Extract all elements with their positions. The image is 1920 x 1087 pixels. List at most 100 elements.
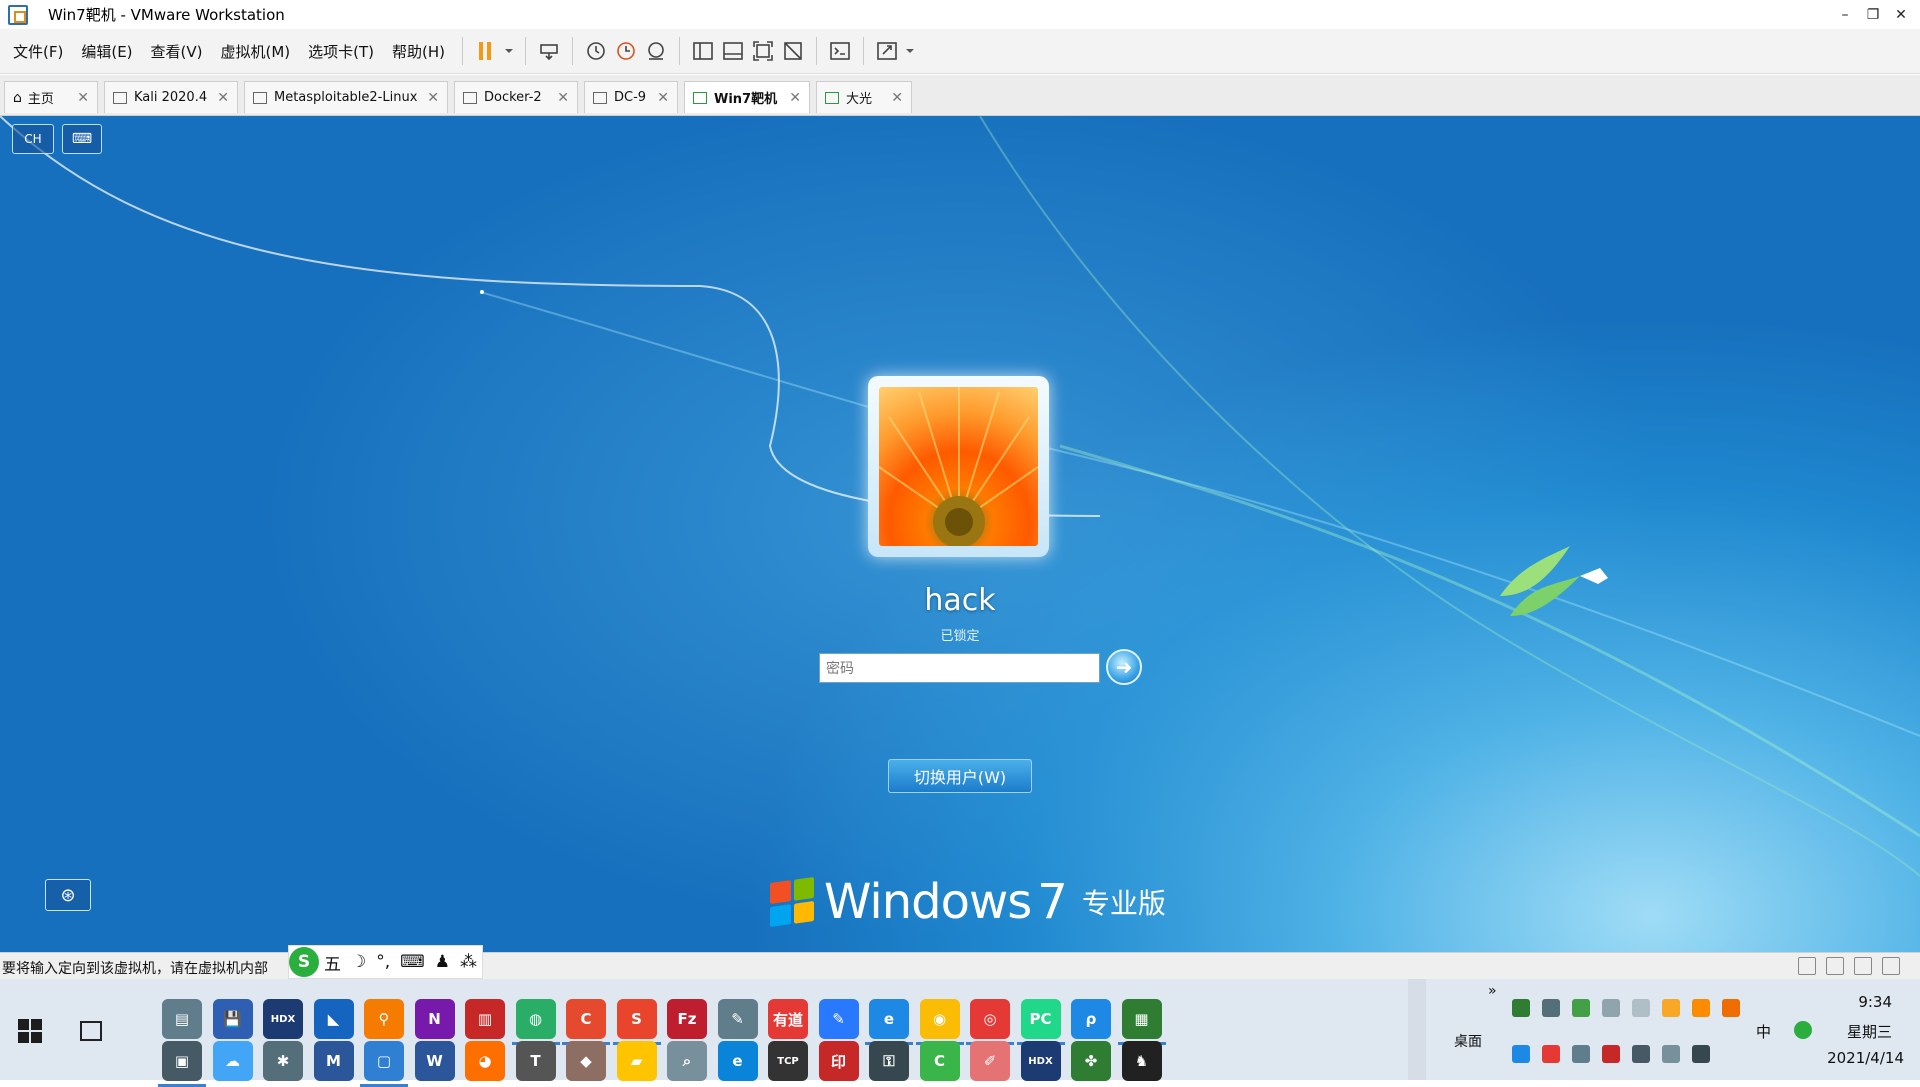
onenote-app[interactable]: N bbox=[414, 999, 455, 1039]
minimize-button[interactable]: – bbox=[1830, 0, 1860, 29]
hdx2-app[interactable]: HDX bbox=[1020, 1041, 1061, 1081]
input-language[interactable]: 中 bbox=[1756, 1021, 1771, 1042]
close-icon[interactable]: ✕ bbox=[427, 90, 439, 106]
devices-tray-icon[interactable] bbox=[1572, 1045, 1590, 1063]
sogou-s-icon[interactable] bbox=[1794, 1021, 1812, 1039]
ime-keyboard-icon[interactable]: ⌨ bbox=[395, 952, 430, 972]
ime-tools-icon[interactable]: ⁂ bbox=[455, 952, 482, 972]
filezilla-app[interactable]: Fz bbox=[667, 999, 707, 1039]
close-icon[interactable]: ✕ bbox=[77, 90, 89, 106]
tab-dc9[interactable]: DC-9 ✕ bbox=[584, 81, 678, 113]
edge-app[interactable]: e bbox=[717, 1041, 758, 1081]
switch-user-button[interactable]: 切换用户(W) bbox=[888, 759, 1032, 793]
app-2[interactable]: 💾 bbox=[212, 999, 253, 1039]
tab-daguang[interactable]: 大光 ✕ bbox=[816, 81, 912, 113]
nvidia-icon[interactable] bbox=[1512, 999, 1530, 1017]
pycharm-app[interactable]: PC bbox=[1016, 999, 1065, 1045]
battery-icon[interactable] bbox=[1692, 1045, 1710, 1063]
menu-view[interactable]: 查看(V) bbox=[142, 41, 212, 62]
sogou-icon[interactable]: S bbox=[289, 947, 319, 977]
pause-icon[interactable] bbox=[471, 36, 501, 66]
sheet-app[interactable]: ▦ bbox=[1117, 999, 1166, 1045]
login-arrow-button[interactable]: ➜ bbox=[1106, 649, 1142, 685]
desktop-toolbar-label[interactable]: 桌面 bbox=[1454, 1031, 1482, 1051]
snail-app[interactable]: ◎ bbox=[966, 999, 1014, 1045]
c-app[interactable]: C bbox=[562, 999, 610, 1045]
chrome-app[interactable]: ◉ bbox=[915, 999, 964, 1045]
app-1[interactable]: ▤ bbox=[162, 999, 202, 1039]
qq-tray-icon-2[interactable] bbox=[1692, 999, 1710, 1017]
baidu-app[interactable]: ☁ bbox=[212, 1041, 253, 1081]
camtasia-app[interactable]: C bbox=[919, 1041, 960, 1081]
start-icon[interactable] bbox=[18, 1019, 42, 1043]
close-icon[interactable]: ✕ bbox=[789, 90, 801, 106]
close-icon[interactable]: ✕ bbox=[217, 90, 229, 106]
ease-of-access-icon[interactable]: ⊛ bbox=[45, 879, 91, 911]
mic-icon[interactable] bbox=[1602, 999, 1620, 1017]
password-input[interactable]: 密码 bbox=[819, 653, 1100, 683]
record-tray-icon[interactable] bbox=[1602, 1045, 1620, 1063]
visio-app[interactable]: M bbox=[313, 1041, 354, 1081]
menu-vm[interactable]: 虚拟机(M) bbox=[212, 41, 300, 62]
close-icon[interactable]: ✕ bbox=[891, 90, 903, 106]
tab-win7[interactable]: Win7靶机 ✕ bbox=[684, 81, 810, 113]
display-icon[interactable] bbox=[1542, 999, 1560, 1017]
note-app[interactable]: ✎ bbox=[818, 999, 859, 1039]
sogou-tray-icon[interactable] bbox=[1542, 1045, 1560, 1063]
paint-app[interactable]: ✐ bbox=[970, 1041, 1010, 1081]
network-status-icon[interactable] bbox=[1632, 1045, 1650, 1063]
youdao-app[interactable]: 有道 bbox=[768, 999, 808, 1039]
message-icon[interactable] bbox=[1882, 957, 1900, 975]
unity-icon[interactable] bbox=[778, 36, 808, 66]
ps-app[interactable]: ρ bbox=[1071, 999, 1111, 1039]
edge-dev-app[interactable]: e bbox=[865, 999, 913, 1045]
volume-icon[interactable] bbox=[1662, 1045, 1680, 1063]
vm-screen[interactable]: CH ⌨ hack 已锁定 密码 ➜ 切换用户(W) ⊛ Windows 7 专… bbox=[0, 116, 1920, 952]
qq-tray-icon[interactable] bbox=[1662, 999, 1680, 1017]
send-ctrl-alt-del-icon[interactable] bbox=[534, 36, 564, 66]
tool-app[interactable]: ✱ bbox=[263, 1041, 303, 1081]
taskbar-scrollbar[interactable] bbox=[1408, 979, 1426, 1080]
close-button[interactable]: ✕ bbox=[1886, 0, 1916, 29]
hdd-icon[interactable] bbox=[1798, 957, 1816, 975]
wireshark-app[interactable]: ◣ bbox=[313, 999, 354, 1039]
editor-app[interactable]: ✎ bbox=[717, 999, 758, 1039]
library-app[interactable]: ▥ bbox=[465, 999, 505, 1039]
stretch-dropdown-icon[interactable] bbox=[902, 36, 918, 66]
menu-file[interactable]: 文件(F) bbox=[4, 41, 72, 62]
tab-home[interactable]: ⌂ 主页 ✕ bbox=[4, 81, 98, 113]
ime-user-icon[interactable]: ♟ bbox=[430, 952, 455, 972]
tab-kali[interactable]: Kali 2020.4 ✕ bbox=[104, 81, 238, 113]
tab-docker[interactable]: Docker-2 ✕ bbox=[454, 81, 578, 113]
menu-edit[interactable]: 编辑(E) bbox=[72, 41, 141, 62]
language-button[interactable]: CH bbox=[12, 124, 54, 154]
ime-halfwidth-icon[interactable]: ☽ bbox=[346, 952, 371, 972]
clover-app[interactable]: ✤ bbox=[1071, 1041, 1111, 1081]
task-view-icon[interactable] bbox=[80, 1021, 102, 1041]
clock-time[interactable]: 9:34 bbox=[1858, 993, 1892, 1011]
pkg-app[interactable]: ◆ bbox=[566, 1041, 606, 1081]
cd-icon[interactable] bbox=[1826, 957, 1844, 975]
restore-button[interactable]: ❐ bbox=[1858, 0, 1888, 29]
revert-snapshot-icon[interactable] bbox=[611, 36, 641, 66]
typora-app[interactable]: T bbox=[515, 1041, 556, 1081]
ime-toolbar[interactable]: S 五 ☽ °, ⌨ ♟ ⁂ bbox=[288, 945, 483, 979]
vmware-app[interactable]: ▢ bbox=[360, 1041, 408, 1087]
menu-help[interactable]: 帮助(H) bbox=[383, 41, 454, 62]
search-tray-icon[interactable] bbox=[1722, 999, 1740, 1017]
hdx-app[interactable]: HDX bbox=[263, 999, 303, 1039]
tray-expand-icon[interactable]: » bbox=[1488, 983, 1497, 999]
stretch-icon[interactable] bbox=[872, 36, 902, 66]
qq-app[interactable]: ♞ bbox=[1121, 1041, 1162, 1081]
network-tray-icon[interactable] bbox=[1572, 999, 1590, 1017]
power-dropdown-icon[interactable] bbox=[501, 36, 517, 66]
magnify-app[interactable]: ⌕ bbox=[667, 1041, 707, 1081]
word-app[interactable]: W bbox=[414, 1041, 455, 1081]
clock-date[interactable]: 2021/4/14 bbox=[1827, 1049, 1904, 1067]
ime-punct-icon[interactable]: °, bbox=[371, 952, 395, 972]
stamp-app[interactable]: 印 bbox=[818, 1041, 859, 1081]
wechat-app[interactable]: ◍ bbox=[511, 999, 560, 1045]
sticky-app[interactable]: ▰ bbox=[616, 1041, 657, 1081]
remote-app[interactable]: ▣ bbox=[158, 1041, 206, 1087]
keyboard-icon[interactable]: ⌨ bbox=[62, 124, 102, 154]
